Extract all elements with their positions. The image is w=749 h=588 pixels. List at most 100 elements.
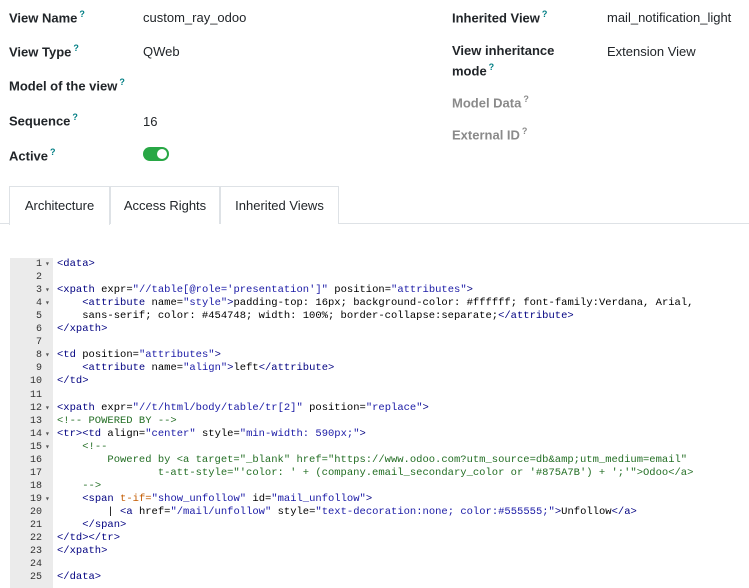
code-text: <attribute name="align">left</attribute> xyxy=(82,362,335,375)
external-id-label: External ID? xyxy=(452,126,528,143)
sequence-value[interactable]: 16 xyxy=(143,114,157,129)
line-number: 25 xyxy=(29,572,42,584)
fold-chevron-icon[interactable]: ▾ xyxy=(45,402,50,415)
tab-inherited-views[interactable]: Inherited Views xyxy=(220,186,339,224)
code-editor[interactable]: 1 ▾ <data> 2 3 ▾ <xpath expr="//table[@role='p… xyxy=(10,258,749,588)
code-text: </xpath> xyxy=(57,545,108,558)
help-tooltip-icon[interactable]: ? xyxy=(72,112,78,122)
line-number: 17 xyxy=(29,467,42,479)
help-tooltip-icon[interactable]: ? xyxy=(73,43,79,53)
inherited-view-value[interactable]: mail_notification_light xyxy=(607,10,731,25)
code-text: </td></tr> xyxy=(57,532,121,545)
help-tooltip-icon[interactable]: ? xyxy=(542,9,548,19)
code-line[interactable]: 4 ▾ <attribute name="style">padding-top: … xyxy=(10,297,749,310)
code-text: <attribute name="style">padding-top: 16p… xyxy=(82,297,694,310)
code-text: Powered by <a target="_blank" href="http… xyxy=(57,453,688,466)
code-line[interactable]: 16 Powered by <a target="_blank" href="h… xyxy=(10,454,749,467)
code-line[interactable]: 12 ▾ <xpath expr="//t/html/body/table/tr[2… xyxy=(10,402,749,415)
code-line[interactable]: 14 ▾ <tr><td align="center" style="min-wid… xyxy=(10,428,749,441)
code-line[interactable]: 23 </xpath> xyxy=(10,545,749,558)
line-number: 4 xyxy=(35,298,42,310)
code-line[interactable]: 20 | <a href="/mail/unfollow" style="tex… xyxy=(10,506,749,519)
help-tooltip-icon[interactable]: ? xyxy=(523,94,529,104)
line-number: 3 xyxy=(35,285,42,297)
toggle-knob xyxy=(157,149,167,159)
fold-chevron-icon[interactable]: ▾ xyxy=(45,284,50,297)
line-number: 18 xyxy=(29,480,42,492)
code-line[interactable]: 1 ▾ <data> xyxy=(10,258,749,271)
active-toggle[interactable] xyxy=(143,147,169,161)
inheritance-mode-label-line2: mode? xyxy=(452,62,495,79)
code-line[interactable]: 19 ▾ <span t-if="show_unfollow" id="mail_… xyxy=(10,493,749,506)
view-name-value[interactable]: custom_ray_odoo xyxy=(143,10,246,25)
help-tooltip-icon[interactable]: ? xyxy=(522,126,528,136)
line-number: 23 xyxy=(29,546,42,558)
code-text: | <a href="/mail/unfollow" style="text-d… xyxy=(57,505,637,518)
fold-chevron-icon[interactable]: ▾ xyxy=(45,297,50,310)
line-number: 6 xyxy=(35,324,42,336)
code-line[interactable]: 11 xyxy=(10,389,749,402)
line-number: 1 xyxy=(35,259,42,270)
code-text: <td position="attributes"> xyxy=(57,349,221,362)
fold-chevron-icon[interactable]: ▾ xyxy=(45,349,50,362)
code-line[interactable]: 2 xyxy=(10,271,749,284)
fold-chevron-icon[interactable]: ▾ xyxy=(45,441,50,454)
sequence-label: Sequence? xyxy=(9,112,78,129)
fold-chevron-icon[interactable]: ▾ xyxy=(45,428,50,441)
line-number: 20 xyxy=(29,506,42,518)
code-line[interactable]: 22 </td></tr> xyxy=(10,532,749,545)
code-text: </span> xyxy=(82,519,127,531)
line-number: 12 xyxy=(29,402,42,414)
notebook-tabs: Architecture Access Rights Inherited Vie… xyxy=(0,186,749,225)
line-number: 2 xyxy=(35,272,42,284)
view-type-label: View Type? xyxy=(9,43,79,60)
view-name-label: View Name? xyxy=(9,9,85,26)
code-line[interactable]: 9 <attribute name="align">left</attribut… xyxy=(10,362,749,375)
code-text: t-att-style="'color: ' + (company.email_… xyxy=(57,466,694,479)
code-text: </data> xyxy=(57,571,102,584)
code-line[interactable]: 7 xyxy=(10,336,749,349)
model-data-label: Model Data? xyxy=(452,94,529,111)
code-line[interactable]: 10 </td> xyxy=(10,375,749,388)
active-label: Active? xyxy=(9,147,56,164)
line-number: 10 xyxy=(29,376,42,388)
line-number: 22 xyxy=(29,533,42,545)
line-number: 9 xyxy=(35,363,42,375)
view-type-value[interactable]: QWeb xyxy=(143,44,180,59)
code-text: <tr><td align="center" style="min-width:… xyxy=(57,427,366,440)
fold-chevron-icon[interactable]: ▾ xyxy=(45,493,50,506)
line-number: 13 xyxy=(29,415,42,427)
code-text: --> xyxy=(82,479,102,492)
line-number: 21 xyxy=(29,520,42,531)
code-text: <!-- xyxy=(82,440,108,453)
code-line[interactable]: 6 </xpath> xyxy=(10,323,749,336)
line-number: 19 xyxy=(29,493,42,505)
code-text: </xpath> xyxy=(57,323,108,336)
code-line[interactable]: 8 ▾ <td position="attributes"> xyxy=(10,349,749,362)
code-line[interactable]: 15 ▾ <!-- xyxy=(10,441,749,454)
fold-chevron-icon[interactable]: ▾ xyxy=(45,258,50,271)
help-tooltip-icon[interactable]: ? xyxy=(119,77,125,87)
code-text: sans-serif; color: #454748; width: 100%;… xyxy=(57,310,574,323)
model-label: Model of the view? xyxy=(9,77,125,94)
code-line[interactable]: 21 </span> xyxy=(10,519,749,532)
tab-access-rights[interactable]: Access Rights xyxy=(110,186,220,224)
code-line[interactable]: 17 t-att-style="'color: ' + (company.ema… xyxy=(10,467,749,480)
help-tooltip-icon[interactable]: ? xyxy=(79,9,85,19)
code-line[interactable]: 3 ▾ <xpath expr="//table[@role='presentati… xyxy=(10,284,749,297)
code-line[interactable]: 25 </data> xyxy=(10,571,749,584)
help-tooltip-icon[interactable]: ? xyxy=(489,62,495,72)
inherited-view-label: Inherited View? xyxy=(452,9,548,26)
code-line[interactable]: 5 sans-serif; color: #454748; width: 100… xyxy=(10,310,749,323)
inheritance-mode-label-line1: View inheritance xyxy=(452,43,555,58)
line-number: 24 xyxy=(29,559,42,571)
line-number: 5 xyxy=(35,311,42,323)
inheritance-mode-value[interactable]: Extension View xyxy=(607,44,696,59)
tab-architecture[interactable]: Architecture xyxy=(9,186,110,225)
code-text: </td> xyxy=(57,375,89,388)
code-line[interactable]: 18 --> xyxy=(10,480,749,493)
help-tooltip-icon[interactable]: ? xyxy=(50,147,56,157)
code-line[interactable]: 13 <!-- POWERED BY --> xyxy=(10,415,749,428)
code-text: <span t-if="show_unfollow" id="mail_unfo… xyxy=(82,492,373,505)
code-line[interactable]: 24 xyxy=(10,558,749,571)
